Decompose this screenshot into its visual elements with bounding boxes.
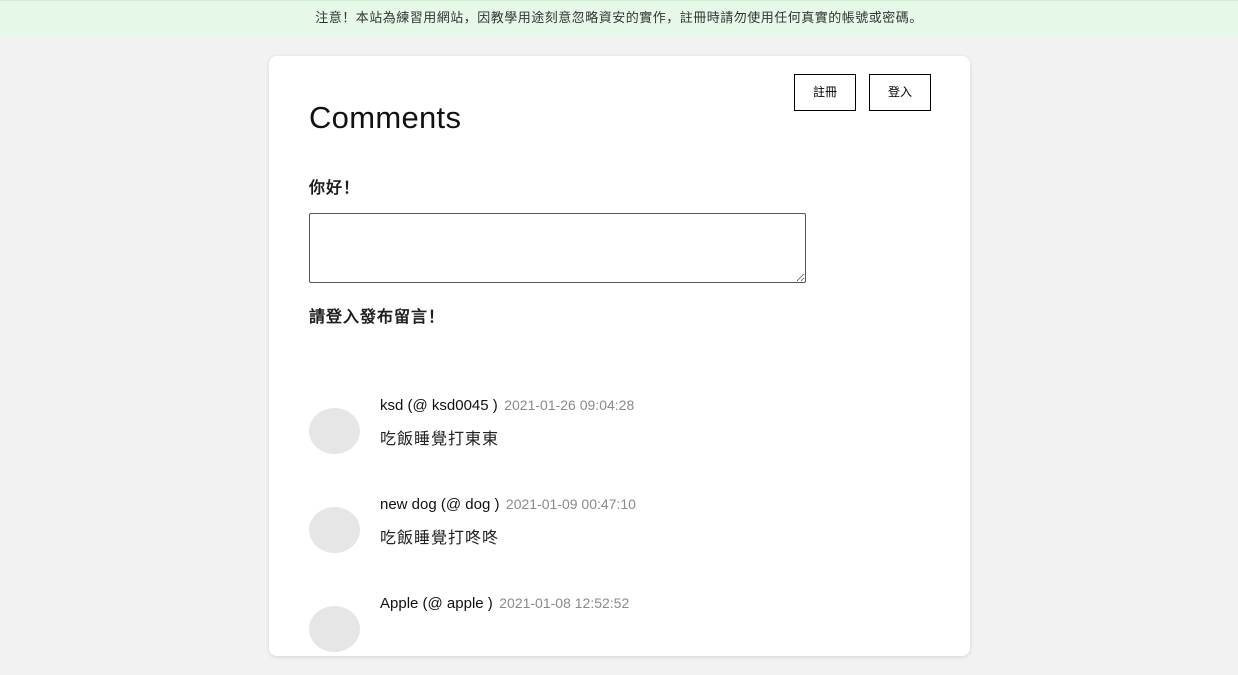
avatar [309, 507, 360, 553]
warning-banner-text: 注意！本站為練習用網站，因教學用途刻意忽略資安的實作，註冊時請勿使用任何真實的帳… [315, 11, 923, 26]
comment-input[interactable] [309, 213, 806, 283]
login-button[interactable]: 登入 [869, 74, 931, 111]
login-prompt: 請登入發布留言！ [309, 307, 446, 326]
comment-timestamp: 2021-01-26 09:04:28 [504, 397, 635, 413]
avatar [309, 408, 360, 454]
comment-author: Apple (@ apple ) [380, 595, 493, 612]
avatar [309, 606, 360, 652]
comment-item: Apple (@ apple ) 2021-01-08 12:52:52 [309, 595, 929, 675]
comment-timestamp: 2021-01-08 12:52:52 [499, 595, 630, 611]
comment-timestamp: 2021-01-09 00:47:10 [505, 496, 636, 512]
comment-author: ksd (@ ksd0045 ) [380, 397, 498, 414]
comment-header: new dog (@ dog ) 2021-01-09 00:47:10 [380, 496, 636, 513]
comment-content: 吃飯睡覺打咚咚 [380, 528, 500, 547]
comment-header: Apple (@ apple ) 2021-01-08 12:52:52 [380, 595, 629, 612]
comment-header: ksd (@ ksd0045 ) 2021-01-26 09:04:28 [380, 397, 634, 414]
comments-card: 註冊 登入 Comments 你好！ 請登入發布留言！ ksd (@ ksd00… [269, 56, 970, 656]
comment-item: ksd (@ ksd0045 ) 2021-01-26 09:04:28 吃飯睡… [309, 397, 929, 477]
comment-author: new dog (@ dog ) [380, 496, 500, 513]
page-title: Comments [309, 100, 462, 135]
warning-banner: 注意！本站為練習用網站，因教學用途刻意忽略資安的實作，註冊時請勿使用任何真實的帳… [0, 0, 1238, 38]
comment-content: 吃飯睡覺打東東 [380, 429, 500, 448]
greeting-text: 你好！ [309, 178, 361, 197]
comment-item: new dog (@ dog ) 2021-01-09 00:47:10 吃飯睡… [309, 496, 929, 576]
register-button[interactable]: 註冊 [794, 74, 856, 111]
